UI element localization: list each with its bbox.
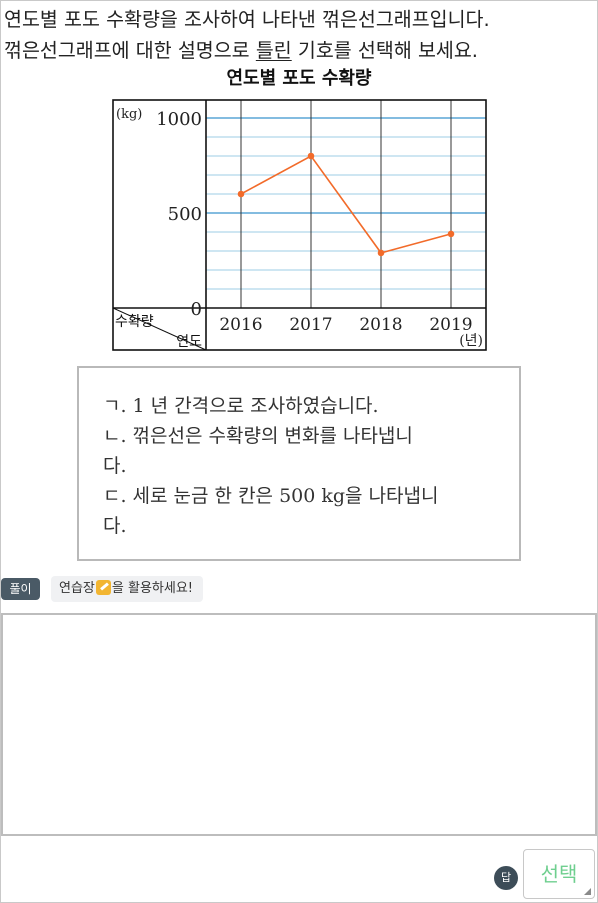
hint-text-end: 을 활용하세요! (111, 581, 193, 596)
scratchpad-hint[interactable]: 연습장 을 활용하세요! (51, 576, 203, 602)
x-tick-label: 2016 (219, 315, 262, 335)
y-tick-label: 500 (168, 204, 202, 225)
solution-work-area[interactable] (1, 613, 597, 836)
statement-a: ㄱ. 1 년 간격으로 조사하였습니다. (103, 395, 379, 417)
x-tick-label: 2018 (359, 315, 402, 335)
statement-c: ㄷ. 세로 눈금 한 칸은 500 kg을 나타냅니 (103, 485, 439, 507)
statement-c-cont: 다. (103, 515, 127, 537)
y-unit-label: (kg) (116, 107, 142, 122)
y-tick-label: 0 (191, 299, 202, 320)
data-point (377, 249, 385, 257)
answer-select-button[interactable]: 선택 (523, 849, 595, 899)
x-unit-label: (년) (459, 333, 483, 349)
dropdown-corner-icon (584, 888, 591, 895)
statement-b-cont: 다. (103, 455, 127, 477)
statement-box: ㄱ. 1 년 간격으로 조사하였습니다. ㄴ. 꺾은선은 수확량의 변화를 나타… (77, 366, 521, 561)
answer-badge: 답 (494, 866, 518, 890)
corner-label-year: 연도 (176, 334, 202, 350)
solution-tag[interactable]: 풀이 (1, 578, 40, 600)
memo-pencil-icon (95, 580, 111, 595)
data-point (237, 190, 245, 198)
series-line (240, 154, 452, 254)
select-button-label: 선택 (540, 862, 578, 886)
x-tick-label: 2019 (429, 315, 472, 335)
data-point (307, 152, 315, 160)
series-layer (237, 152, 455, 257)
statement-b: ㄴ. 꺾은선은 수확량의 변화를 나타냅니 (103, 425, 413, 447)
data-point (447, 230, 455, 238)
line-chart: 0 500 1000 (kg) (년) 수확량연도 2016 2017 2018 2019 (112, 99, 487, 351)
x-tick-label: 2017 (289, 315, 332, 335)
corner-label-harvest: 수확량 (115, 314, 154, 330)
label-layer: 0 500 1000 (kg) (년) 수확량연도 2016 2017 2018 2019 (115, 107, 483, 350)
y-tick-label: 1000 (156, 109, 202, 130)
hint-text-start: 연습장 (59, 581, 95, 596)
